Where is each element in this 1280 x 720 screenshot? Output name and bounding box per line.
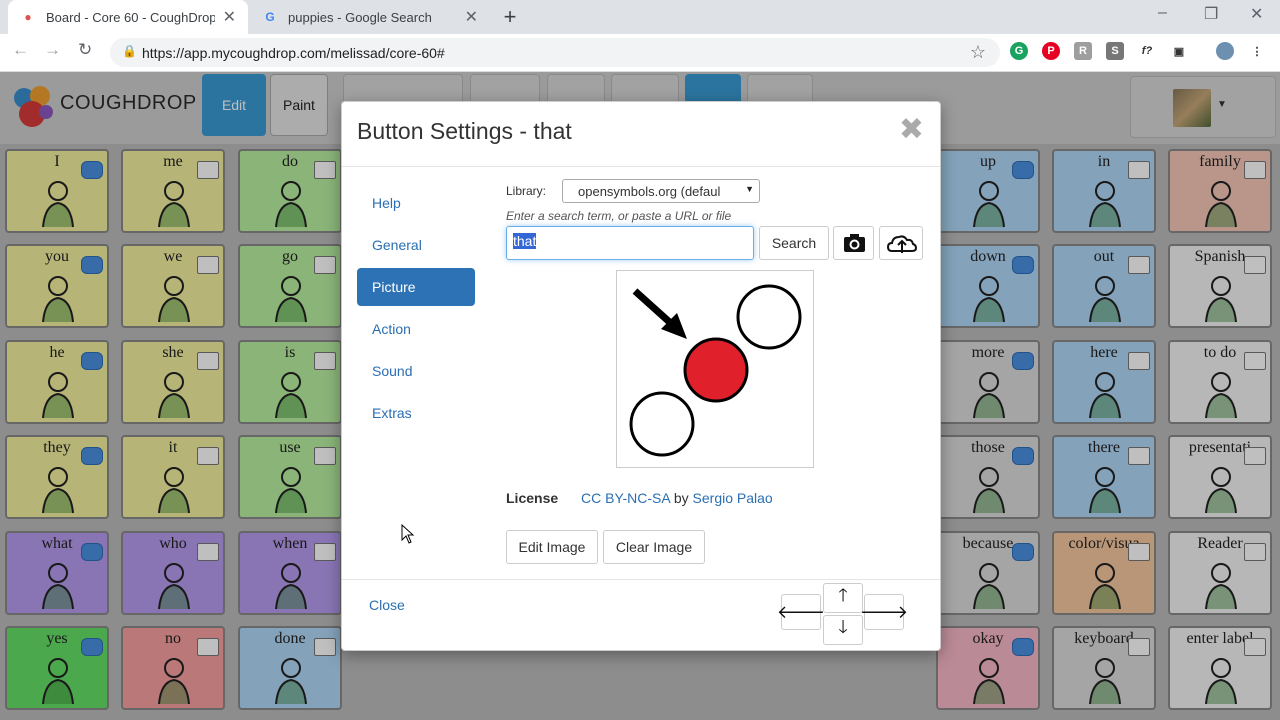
license-link[interactable]: CC BY-NC-SA [581, 490, 670, 506]
caret-down-icon: ▼ [745, 184, 754, 194]
search-hint: Enter a search term, or paste a URL or f… [506, 209, 732, 223]
star-icon[interactable]: ☆ [970, 42, 986, 63]
button-image-preview [616, 270, 814, 468]
back-icon[interactable]: ← [12, 40, 29, 60]
search-input[interactable]: that [506, 226, 754, 260]
license-by: by [673, 490, 689, 506]
tab-close-icon[interactable]: ✕ [223, 7, 236, 27]
nav-sound[interactable]: Sound [357, 352, 475, 390]
button-settings-modal: Button Settings - that ✖ Help General Pi… [341, 101, 941, 651]
arrow-down-icon[interactable]: 🡓 [823, 615, 863, 645]
upload-button[interactable] [879, 226, 923, 260]
nav-extras[interactable]: Extras [357, 394, 475, 432]
tab-google-search[interactable]: G puppies - Google Search ✕ [250, 0, 490, 34]
url-text: https://app.mycoughdrop.com/melissad/cor… [142, 45, 445, 61]
library-select[interactable]: opensymbols.org (defaul ▼ [562, 179, 760, 203]
browser-tab-bar: ● Board - Core 60 - CoughDrop ✕ G puppie… [0, 0, 1280, 34]
close-icon[interactable]: ✖ [899, 112, 924, 147]
lock-icon: 🔒 [122, 44, 137, 58]
nav-general[interactable]: General [357, 226, 475, 264]
cloud-upload-icon [886, 235, 918, 253]
profile-avatar-icon[interactable] [1216, 42, 1234, 60]
tab-close-icon[interactable]: ✕ [465, 7, 478, 27]
close-icon[interactable]: ✕ [1250, 4, 1263, 24]
close-link[interactable]: Close [369, 597, 405, 613]
author-link[interactable]: Sergio Palao [693, 490, 773, 506]
nav-picture[interactable]: Picture [357, 268, 475, 306]
modal-title: Button Settings - that [357, 118, 572, 144]
address-bar[interactable]: 🔒 https://app.mycoughdrop.com/melissad/c… [110, 38, 1000, 67]
camera-icon [844, 234, 865, 252]
menu-icon[interactable]: ⋮ [1248, 42, 1266, 60]
nav-action[interactable]: Action [357, 310, 475, 348]
coughdrop-favicon-icon: ● [24, 10, 32, 24]
new-tab-icon[interactable]: + [498, 4, 522, 30]
arrow-up-icon[interactable]: 🡑 [823, 583, 863, 613]
tab-title: Board - Core 60 - CoughDrop [46, 9, 215, 25]
forward-icon[interactable]: → [44, 40, 61, 60]
restore-icon[interactable]: ❐ [1204, 4, 1218, 24]
that-symbol-image [629, 284, 802, 457]
divider [342, 579, 940, 580]
edit-image-button[interactable]: Edit Image [506, 530, 598, 564]
grammarly-extension-icon[interactable]: G [1010, 42, 1028, 60]
nav-help[interactable]: Help [357, 184, 475, 222]
function-extension-icon[interactable]: f? [1138, 42, 1156, 60]
arrow-left-icon[interactable]: 🡐 [777, 594, 825, 630]
tab-coughdrop[interactable]: ● Board - Core 60 - CoughDrop ✕ [8, 0, 248, 34]
search-button[interactable]: Search [759, 226, 829, 260]
cast-extension-icon[interactable]: ▣ [1170, 42, 1188, 60]
tab-title: puppies - Google Search [288, 9, 432, 25]
camera-button[interactable] [833, 226, 874, 260]
license-info: CC BY-NC-SA by Sergio Palao [581, 490, 773, 506]
extension-icon[interactable]: S [1106, 42, 1124, 60]
library-value: opensymbols.org (defaul [578, 184, 721, 199]
pinterest-extension-icon[interactable]: P [1042, 42, 1060, 60]
mouse-cursor-icon [401, 524, 415, 544]
library-label: Library: [506, 184, 547, 198]
extension-icon[interactable]: R [1074, 42, 1092, 60]
clear-image-button[interactable]: Clear Image [603, 530, 705, 564]
google-favicon-icon: G [265, 10, 275, 24]
reload-icon[interactable]: ↻ [78, 40, 92, 60]
arrow-right-icon[interactable]: 🡒 [860, 594, 908, 630]
license-label: License [506, 490, 559, 506]
divider [342, 166, 940, 167]
search-input-value: that [513, 233, 537, 249]
minimize-icon[interactable]: – [1158, 4, 1167, 22]
